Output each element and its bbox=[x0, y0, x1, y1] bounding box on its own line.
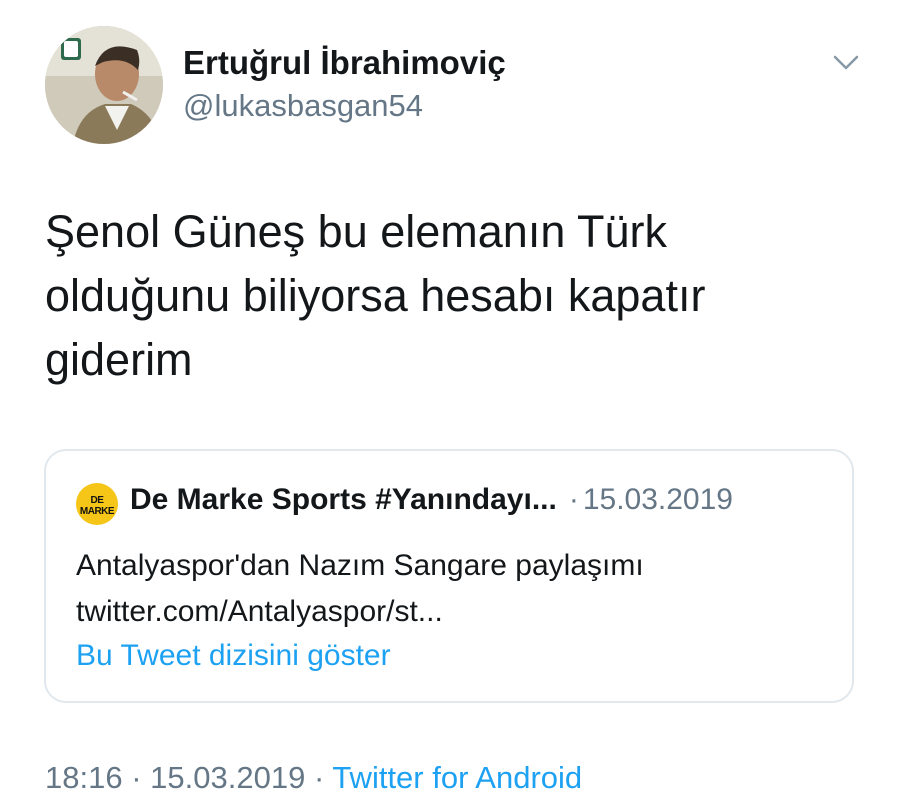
chevron-down-icon[interactable] bbox=[829, 48, 863, 76]
quoted-text-line: Antalyaspor'dan Nazım Sangare paylaşımı bbox=[76, 549, 644, 582]
quoted-tweet-header: De Marke Sports #Yanındayı... · 15.03.2019 bbox=[130, 483, 733, 517]
quoted-tweet-card[interactable]: DE MARKE De Marke Sports #Yanındayı... · 1… bbox=[44, 449, 854, 703]
tweet-text-line: Şenol Güneş bu elemanın Türk bbox=[45, 206, 668, 257]
quoted-author-avatar[interactable]: DE MARKE bbox=[76, 483, 118, 525]
quoted-text-line: twitter.com/Antalyaspor/st... bbox=[76, 595, 443, 628]
tweet-meta: 18:16 · 15.03.2019 · Twitter for Android bbox=[45, 760, 582, 796]
author-name[interactable]: Ertuğrul İbrahimoviç bbox=[183, 44, 506, 82]
tweet-text-line: giderim bbox=[45, 334, 193, 385]
show-thread-link[interactable]: Bu Tweet dizisini göster bbox=[76, 639, 391, 673]
quoted-separator: · bbox=[568, 483, 579, 516]
author-avatar[interactable] bbox=[45, 26, 163, 144]
quoted-tweet-date: 15.03.2019 bbox=[582, 483, 733, 516]
meta-separator: · bbox=[313, 760, 325, 795]
quoted-tweet-text: Antalyaspor'dan Nazım Sangare paylaşımı … bbox=[76, 543, 644, 635]
quoted-avatar-logo-text: DE MARKE bbox=[79, 495, 115, 517]
author-handle[interactable]: @lukasbasgan54 bbox=[183, 88, 423, 124]
meta-separator: · bbox=[131, 760, 142, 795]
tweet-text: Şenol Güneş bu elemanın Türk olduğunu bi… bbox=[45, 200, 865, 392]
tweet-source-link[interactable]: Twitter for Android bbox=[332, 760, 582, 795]
tweet-date: 15.03.2019 bbox=[150, 760, 306, 795]
tweet-time: 18:16 bbox=[45, 760, 123, 795]
quoted-author-name[interactable]: De Marke Sports #Yanındayı... bbox=[130, 483, 557, 516]
tweet-text-line: olduğunu biliyorsa hesabı kapatır bbox=[45, 270, 706, 321]
